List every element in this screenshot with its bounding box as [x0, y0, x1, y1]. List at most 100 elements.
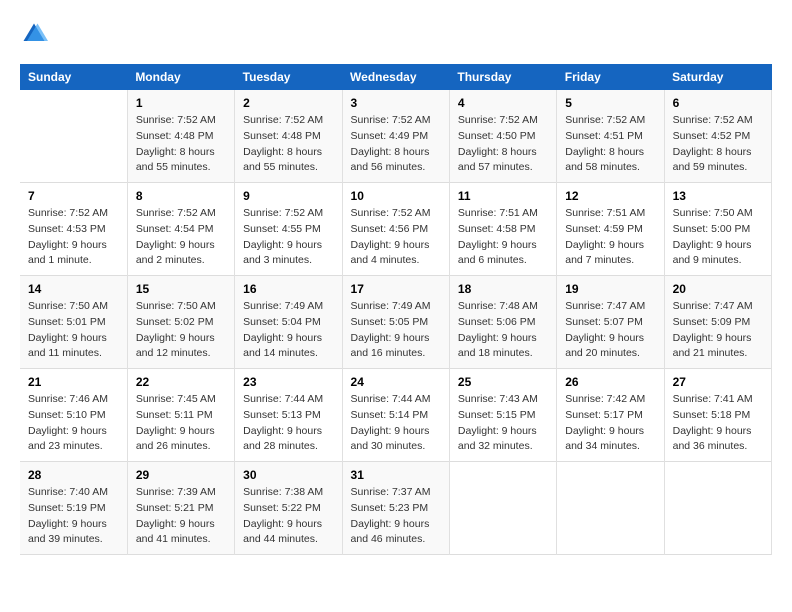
day-cell: 29 Sunrise: 7:39 AMSunset: 5:21 PMDaylig… [127, 462, 234, 555]
day-cell: 20 Sunrise: 7:47 AMSunset: 5:09 PMDaylig… [664, 276, 771, 369]
page-header [20, 20, 772, 48]
day-number: 21 [28, 375, 119, 389]
day-cell: 17 Sunrise: 7:49 AMSunset: 5:05 PMDaylig… [342, 276, 449, 369]
day-info: Sunrise: 7:52 AMSunset: 4:53 PMDaylight:… [28, 206, 119, 269]
day-cell: 30 Sunrise: 7:38 AMSunset: 5:22 PMDaylig… [235, 462, 342, 555]
day-info: Sunrise: 7:47 AMSunset: 5:07 PMDaylight:… [565, 299, 655, 362]
day-cell: 24 Sunrise: 7:44 AMSunset: 5:14 PMDaylig… [342, 369, 449, 462]
day-cell: 6 Sunrise: 7:52 AMSunset: 4:52 PMDayligh… [664, 90, 771, 183]
day-cell: 9 Sunrise: 7:52 AMSunset: 4:55 PMDayligh… [235, 183, 342, 276]
column-header-monday: Monday [127, 64, 234, 90]
day-info: Sunrise: 7:52 AMSunset: 4:51 PMDaylight:… [565, 113, 655, 176]
day-cell: 18 Sunrise: 7:48 AMSunset: 5:06 PMDaylig… [449, 276, 556, 369]
day-info: Sunrise: 7:52 AMSunset: 4:50 PMDaylight:… [458, 113, 548, 176]
day-cell [557, 462, 664, 555]
day-cell: 16 Sunrise: 7:49 AMSunset: 5:04 PMDaylig… [235, 276, 342, 369]
day-number: 11 [458, 189, 548, 203]
day-number: 14 [28, 282, 119, 296]
day-info: Sunrise: 7:40 AMSunset: 5:19 PMDaylight:… [28, 485, 119, 548]
day-cell: 2 Sunrise: 7:52 AMSunset: 4:48 PMDayligh… [235, 90, 342, 183]
day-info: Sunrise: 7:51 AMSunset: 4:59 PMDaylight:… [565, 206, 655, 269]
day-cell: 15 Sunrise: 7:50 AMSunset: 5:02 PMDaylig… [127, 276, 234, 369]
day-info: Sunrise: 7:42 AMSunset: 5:17 PMDaylight:… [565, 392, 655, 455]
column-header-wednesday: Wednesday [342, 64, 449, 90]
day-number: 8 [136, 189, 226, 203]
day-number: 2 [243, 96, 333, 110]
day-number: 9 [243, 189, 333, 203]
week-row-2: 7 Sunrise: 7:52 AMSunset: 4:53 PMDayligh… [20, 183, 772, 276]
logo-icon [20, 20, 48, 48]
week-row-3: 14 Sunrise: 7:50 AMSunset: 5:01 PMDaylig… [20, 276, 772, 369]
day-cell: 13 Sunrise: 7:50 AMSunset: 5:00 PMDaylig… [664, 183, 771, 276]
day-info: Sunrise: 7:52 AMSunset: 4:49 PMDaylight:… [351, 113, 441, 176]
day-number: 27 [673, 375, 763, 389]
day-number: 15 [136, 282, 226, 296]
logo [20, 20, 52, 48]
day-info: Sunrise: 7:49 AMSunset: 5:04 PMDaylight:… [243, 299, 333, 362]
day-number: 29 [136, 468, 226, 482]
day-info: Sunrise: 7:47 AMSunset: 5:09 PMDaylight:… [673, 299, 763, 362]
day-number: 18 [458, 282, 548, 296]
day-info: Sunrise: 7:50 AMSunset: 5:01 PMDaylight:… [28, 299, 119, 362]
day-cell: 28 Sunrise: 7:40 AMSunset: 5:19 PMDaylig… [20, 462, 127, 555]
week-row-1: 1 Sunrise: 7:52 AMSunset: 4:48 PMDayligh… [20, 90, 772, 183]
day-number: 7 [28, 189, 119, 203]
day-number: 20 [673, 282, 763, 296]
day-info: Sunrise: 7:51 AMSunset: 4:58 PMDaylight:… [458, 206, 548, 269]
day-number: 24 [351, 375, 441, 389]
day-cell: 21 Sunrise: 7:46 AMSunset: 5:10 PMDaylig… [20, 369, 127, 462]
day-number: 30 [243, 468, 333, 482]
day-cell: 22 Sunrise: 7:45 AMSunset: 5:11 PMDaylig… [127, 369, 234, 462]
day-cell: 27 Sunrise: 7:41 AMSunset: 5:18 PMDaylig… [664, 369, 771, 462]
calendar-header: SundayMondayTuesdayWednesdayThursdayFrid… [20, 64, 772, 90]
day-number: 16 [243, 282, 333, 296]
day-number: 26 [565, 375, 655, 389]
day-info: Sunrise: 7:50 AMSunset: 5:02 PMDaylight:… [136, 299, 226, 362]
day-info: Sunrise: 7:52 AMSunset: 4:48 PMDaylight:… [243, 113, 333, 176]
day-info: Sunrise: 7:52 AMSunset: 4:52 PMDaylight:… [673, 113, 763, 176]
day-info: Sunrise: 7:45 AMSunset: 5:11 PMDaylight:… [136, 392, 226, 455]
day-info: Sunrise: 7:38 AMSunset: 5:22 PMDaylight:… [243, 485, 333, 548]
day-info: Sunrise: 7:52 AMSunset: 4:48 PMDaylight:… [136, 113, 226, 176]
column-header-tuesday: Tuesday [235, 64, 342, 90]
day-cell: 12 Sunrise: 7:51 AMSunset: 4:59 PMDaylig… [557, 183, 664, 276]
day-cell: 26 Sunrise: 7:42 AMSunset: 5:17 PMDaylig… [557, 369, 664, 462]
day-info: Sunrise: 7:44 AMSunset: 5:13 PMDaylight:… [243, 392, 333, 455]
day-number: 3 [351, 96, 441, 110]
day-info: Sunrise: 7:41 AMSunset: 5:18 PMDaylight:… [673, 392, 763, 455]
day-cell [20, 90, 127, 183]
column-header-sunday: Sunday [20, 64, 127, 90]
day-cell: 7 Sunrise: 7:52 AMSunset: 4:53 PMDayligh… [20, 183, 127, 276]
day-cell: 23 Sunrise: 7:44 AMSunset: 5:13 PMDaylig… [235, 369, 342, 462]
day-cell: 25 Sunrise: 7:43 AMSunset: 5:15 PMDaylig… [449, 369, 556, 462]
day-number: 6 [673, 96, 763, 110]
column-header-saturday: Saturday [664, 64, 771, 90]
day-info: Sunrise: 7:52 AMSunset: 4:56 PMDaylight:… [351, 206, 441, 269]
header-row: SundayMondayTuesdayWednesdayThursdayFrid… [20, 64, 772, 90]
day-cell: 3 Sunrise: 7:52 AMSunset: 4:49 PMDayligh… [342, 90, 449, 183]
day-info: Sunrise: 7:50 AMSunset: 5:00 PMDaylight:… [673, 206, 763, 269]
day-info: Sunrise: 7:48 AMSunset: 5:06 PMDaylight:… [458, 299, 548, 362]
week-row-4: 21 Sunrise: 7:46 AMSunset: 5:10 PMDaylig… [20, 369, 772, 462]
day-number: 28 [28, 468, 119, 482]
day-info: Sunrise: 7:52 AMSunset: 4:55 PMDaylight:… [243, 206, 333, 269]
day-number: 23 [243, 375, 333, 389]
day-cell: 10 Sunrise: 7:52 AMSunset: 4:56 PMDaylig… [342, 183, 449, 276]
day-number: 17 [351, 282, 441, 296]
day-cell: 1 Sunrise: 7:52 AMSunset: 4:48 PMDayligh… [127, 90, 234, 183]
day-cell: 11 Sunrise: 7:51 AMSunset: 4:58 PMDaylig… [449, 183, 556, 276]
day-number: 10 [351, 189, 441, 203]
day-number: 19 [565, 282, 655, 296]
day-info: Sunrise: 7:39 AMSunset: 5:21 PMDaylight:… [136, 485, 226, 548]
day-info: Sunrise: 7:43 AMSunset: 5:15 PMDaylight:… [458, 392, 548, 455]
day-number: 13 [673, 189, 763, 203]
day-cell: 19 Sunrise: 7:47 AMSunset: 5:07 PMDaylig… [557, 276, 664, 369]
day-number: 12 [565, 189, 655, 203]
column-header-friday: Friday [557, 64, 664, 90]
day-number: 25 [458, 375, 548, 389]
day-cell [449, 462, 556, 555]
day-info: Sunrise: 7:49 AMSunset: 5:05 PMDaylight:… [351, 299, 441, 362]
day-number: 22 [136, 375, 226, 389]
calendar-table: SundayMondayTuesdayWednesdayThursdayFrid… [20, 64, 772, 555]
day-cell: 14 Sunrise: 7:50 AMSunset: 5:01 PMDaylig… [20, 276, 127, 369]
